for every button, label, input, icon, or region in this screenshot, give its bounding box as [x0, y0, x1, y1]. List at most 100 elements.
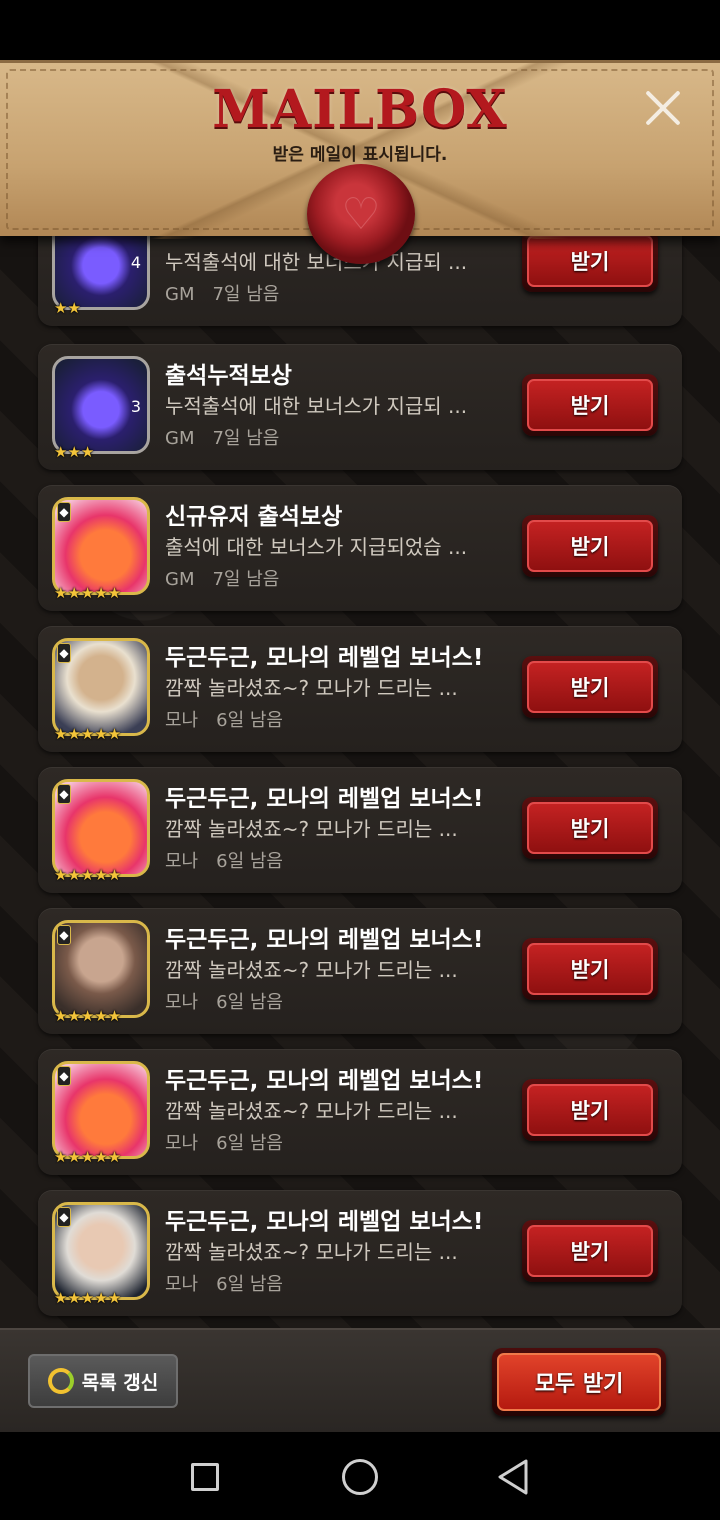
- mail-body: 누적출석에 대한 보너스가 지급되 ...: [165, 250, 468, 274]
- mail-item[interactable]: ◆ ★★★★★ 두근두근, 모나의 레벨업 보너스! 깜짝 놀라셨죠~? 모나가…: [38, 1049, 682, 1175]
- mail-sender: GM: [165, 428, 195, 449]
- rune-icon: ◆: [57, 925, 71, 945]
- receive-button[interactable]: 받기: [522, 656, 658, 718]
- mailbox-title: MAILBOX: [212, 79, 508, 140]
- system-nav-bar: [0, 1432, 720, 1520]
- rune-icon: ◆: [57, 1207, 71, 1227]
- back-icon[interactable]: [496, 1458, 530, 1496]
- mail-expiry: 6일 남음: [216, 851, 283, 872]
- mail-item[interactable]: ◆ ★★★★★ 두근두근, 모나의 레벨업 보너스! 깜짝 놀라셨죠~? 모나가…: [38, 908, 682, 1034]
- receive-button[interactable]: 받기: [522, 230, 658, 292]
- mail-meta: 모나 6일 남음: [165, 706, 283, 732]
- receive-button[interactable]: 받기: [522, 797, 658, 859]
- mail-item[interactable]: ◆ ★★★★★ 두근두근, 모나의 레벨업 보너스! 깜짝 놀라셨죠~? 모나가…: [38, 1190, 682, 1316]
- mail-expiry: 6일 남음: [216, 992, 283, 1013]
- rarity-stars: ★★★★★: [54, 1148, 122, 1166]
- mail-meta: GM 7일 남음: [165, 280, 279, 306]
- refresh-list-button[interactable]: 목록 갱신: [28, 1354, 178, 1408]
- character-portrait-icon: ◆: [52, 1202, 150, 1300]
- rune-icon: ◆: [57, 1066, 71, 1086]
- receive-button[interactable]: 받기: [522, 1079, 658, 1141]
- mail-sender: 모나: [165, 710, 199, 731]
- mail-item[interactable]: 3 ★★★ 출석누적보상 누적출석에 대한 보너스가 지급되 ... GM 7일 …: [38, 344, 682, 470]
- mail-item[interactable]: ◆ ★★★★★ 두근두근, 모나의 레벨업 보너스! 깜짝 놀라셨죠~? 모나가…: [38, 626, 682, 752]
- receive-button-label: 받기: [527, 379, 653, 431]
- mail-item[interactable]: ◆ ★★★★★ 신규유저 출석보상 출석에 대한 보너스가 지급되었습 ... …: [38, 485, 682, 611]
- mail-meta: GM 7일 남음: [165, 565, 279, 591]
- rarity-stars: ★★★★★: [54, 866, 122, 884]
- wax-seal-icon: ♡: [307, 164, 415, 264]
- item-count: 4: [130, 253, 141, 272]
- receive-button[interactable]: 받기: [522, 938, 658, 1000]
- rune-icon: ◆: [57, 784, 71, 804]
- mail-sender: 모나: [165, 1133, 199, 1154]
- mail-title: 두근두근, 모나의 레벨업 보너스!: [165, 645, 484, 671]
- receive-button[interactable]: 받기: [522, 1220, 658, 1282]
- mail-expiry: 7일 남음: [212, 569, 280, 590]
- rarity-stars: ★★★: [54, 443, 95, 461]
- mail-expiry: 6일 남음: [216, 1133, 283, 1154]
- mail-title: 두근두근, 모나의 레벨업 보너스!: [165, 927, 484, 953]
- receive-button-label: 받기: [527, 235, 653, 287]
- mail-meta: 모나 6일 남음: [165, 847, 283, 873]
- mail-sender: 모나: [165, 1274, 199, 1295]
- mailbox-subtitle: 받은 메일이 표시됩니다.: [272, 145, 448, 165]
- refresh-icon: [47, 1368, 74, 1394]
- mail-body: 깜짝 놀라셨죠~? 모나가 드리는 ...: [165, 1099, 458, 1123]
- receive-all-label: 모두 받기: [497, 1353, 661, 1411]
- close-icon[interactable]: [640, 85, 686, 131]
- mail-list[interactable]: 4 ★★ 누적출석에 대한 보너스가 지급되 ... GM 7일 남음 받기 3 …: [0, 230, 720, 1330]
- mail-body: 깜짝 놀라셨죠~? 모나가 드리는 ...: [165, 817, 458, 841]
- receive-button[interactable]: 받기: [522, 515, 658, 577]
- mail-sender: GM: [165, 284, 195, 305]
- receive-button-label: 받기: [527, 520, 653, 572]
- character-portrait-icon: ◆: [52, 920, 150, 1018]
- receive-all-button[interactable]: 모두 받기: [492, 1348, 666, 1416]
- rune-icon: ◆: [57, 502, 71, 522]
- rarity-stars: ★★★★★: [54, 584, 122, 602]
- heart-card-icon: ◆: [52, 779, 150, 877]
- mail-meta: 모나 6일 남음: [165, 988, 283, 1014]
- receive-button-label: 받기: [527, 802, 653, 854]
- status-bar: [0, 0, 720, 60]
- mail-meta: GM 7일 남음: [165, 424, 279, 450]
- gem-icon: 3: [52, 356, 150, 454]
- mail-title: 출석누적보상: [165, 363, 292, 389]
- receive-button[interactable]: 받기: [522, 374, 658, 436]
- item-count: 3: [130, 397, 141, 416]
- rarity-stars: ★★★★★: [54, 1289, 122, 1307]
- home-icon[interactable]: [342, 1459, 378, 1495]
- mail-title: 두근두근, 모나의 레벨업 보너스!: [165, 1068, 484, 1094]
- mail-meta: 모나 6일 남음: [165, 1129, 283, 1155]
- rarity-stars: ★★★★★: [54, 1007, 122, 1025]
- mail-sender: 모나: [165, 992, 199, 1013]
- rarity-stars: ★★★★★: [54, 725, 122, 743]
- mail-title: 신규유저 출석보상: [165, 504, 343, 530]
- mail-expiry: 6일 남음: [216, 710, 283, 731]
- mail-body: 깜짝 놀라셨죠~? 모나가 드리는 ...: [165, 676, 458, 700]
- character-portrait-icon: ◆: [52, 638, 150, 736]
- mail-title: 두근두근, 모나의 레벨업 보너스!: [165, 786, 484, 812]
- mail-body: 깜짝 놀라셨죠~? 모나가 드리는 ...: [165, 1240, 458, 1264]
- heart-card-icon: ◆: [52, 497, 150, 595]
- mail-sender: GM: [165, 569, 195, 590]
- receive-button-label: 받기: [527, 1084, 653, 1136]
- receive-button-label: 받기: [527, 661, 653, 713]
- mail-body: 누적출석에 대한 보너스가 지급되 ...: [165, 394, 468, 418]
- receive-button-label: 받기: [527, 943, 653, 995]
- rune-icon: ◆: [57, 643, 71, 663]
- rarity-stars: ★★: [54, 299, 81, 317]
- mail-title: 두근두근, 모나의 레벨업 보너스!: [165, 1209, 484, 1235]
- mail-sender: 모나: [165, 851, 199, 872]
- mail-meta: 모나 6일 남음: [165, 1270, 283, 1296]
- mail-body: 깜짝 놀라셨죠~? 모나가 드리는 ...: [165, 958, 458, 982]
- mail-expiry: 6일 남음: [216, 1274, 283, 1295]
- mail-expiry: 7일 남음: [212, 284, 280, 305]
- refresh-list-label: 목록 갱신: [81, 1371, 159, 1394]
- mail-item[interactable]: ◆ ★★★★★ 두근두근, 모나의 레벨업 보너스! 깜짝 놀라셨죠~? 모나가…: [38, 767, 682, 893]
- recent-apps-icon[interactable]: [191, 1463, 219, 1491]
- gem-icon: 4: [52, 230, 150, 310]
- mail-expiry: 7일 남음: [212, 428, 280, 449]
- receive-button-label: 받기: [527, 1225, 653, 1277]
- heart-card-icon: ◆: [52, 1061, 150, 1159]
